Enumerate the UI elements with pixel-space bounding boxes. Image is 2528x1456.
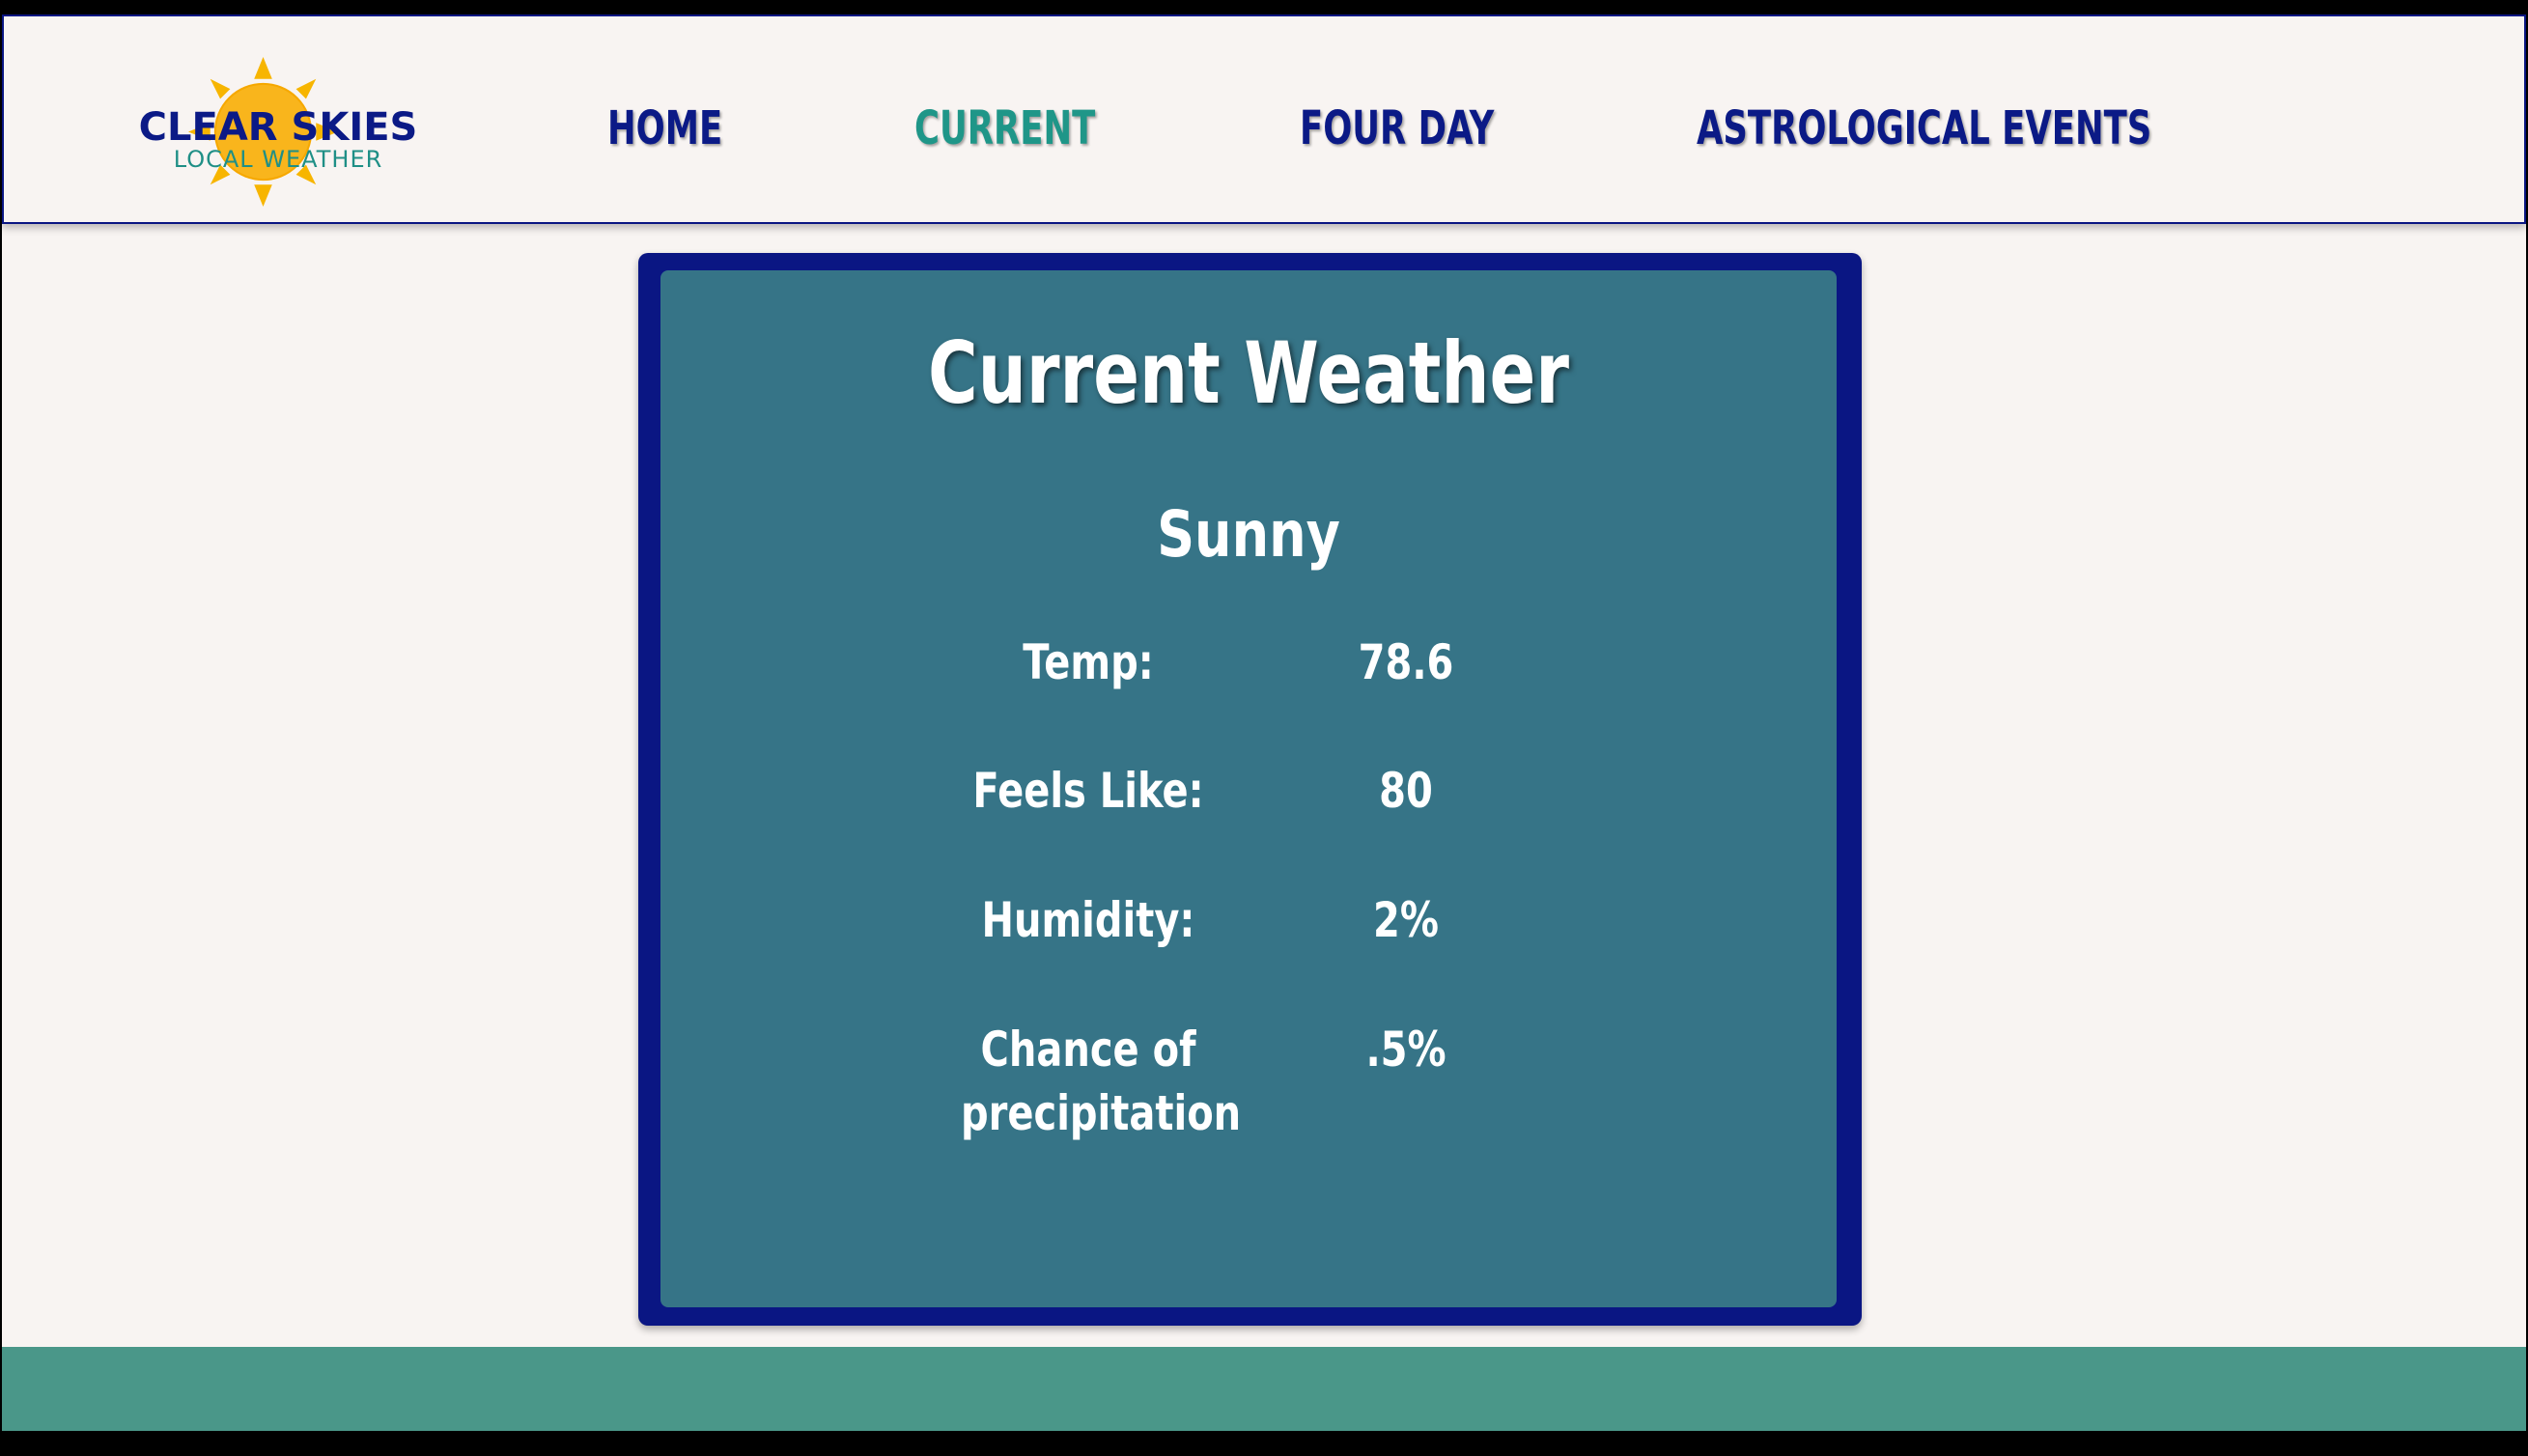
precipitation-label: Chance of precipitation (961, 1022, 1242, 1141)
humidity-label: Humidity: (981, 892, 1195, 948)
feels-like-label: Feels Like: (972, 763, 1204, 819)
nav-current[interactable]: CURRENT (914, 101, 1095, 155)
current-weather-panel: Current Weather Sunny Temp: 78.6 Feels L… (660, 270, 1837, 1307)
precipitation-value: .5% (1365, 1022, 1447, 1078)
clear-skies-logo[interactable]: CLEAR SKIES LOCAL WEATHER (135, 36, 417, 219)
nav-astrological-events[interactable]: ASTROLOGICAL EVENTS (1697, 101, 2151, 155)
temp-value: 78.6 (1358, 634, 1454, 690)
current-weather-card: Current Weather Sunny Temp: 78.6 Feels L… (638, 253, 1862, 1326)
feels-like-value: 80 (1379, 763, 1433, 819)
weather-condition: Sunny (1157, 497, 1340, 572)
nav-home[interactable]: HOME (607, 101, 722, 155)
logo-title: CLEAR SKIES (138, 105, 418, 150)
page: CLEAR SKIES LOCAL WEATHER HOME CURRENT F… (2, 14, 2526, 1431)
nav-four-day[interactable]: FOUR DAY (1300, 101, 1494, 155)
humidity-value: 2% (1373, 892, 1439, 948)
site-header: CLEAR SKIES LOCAL WEATHER HOME CURRENT F… (2, 14, 2526, 224)
current-weather-title: Current Weather (928, 323, 1569, 423)
logo-subtitle: LOCAL WEATHER (173, 146, 383, 173)
footer-band (2, 1347, 2526, 1431)
temp-label: Temp: (1023, 634, 1154, 690)
